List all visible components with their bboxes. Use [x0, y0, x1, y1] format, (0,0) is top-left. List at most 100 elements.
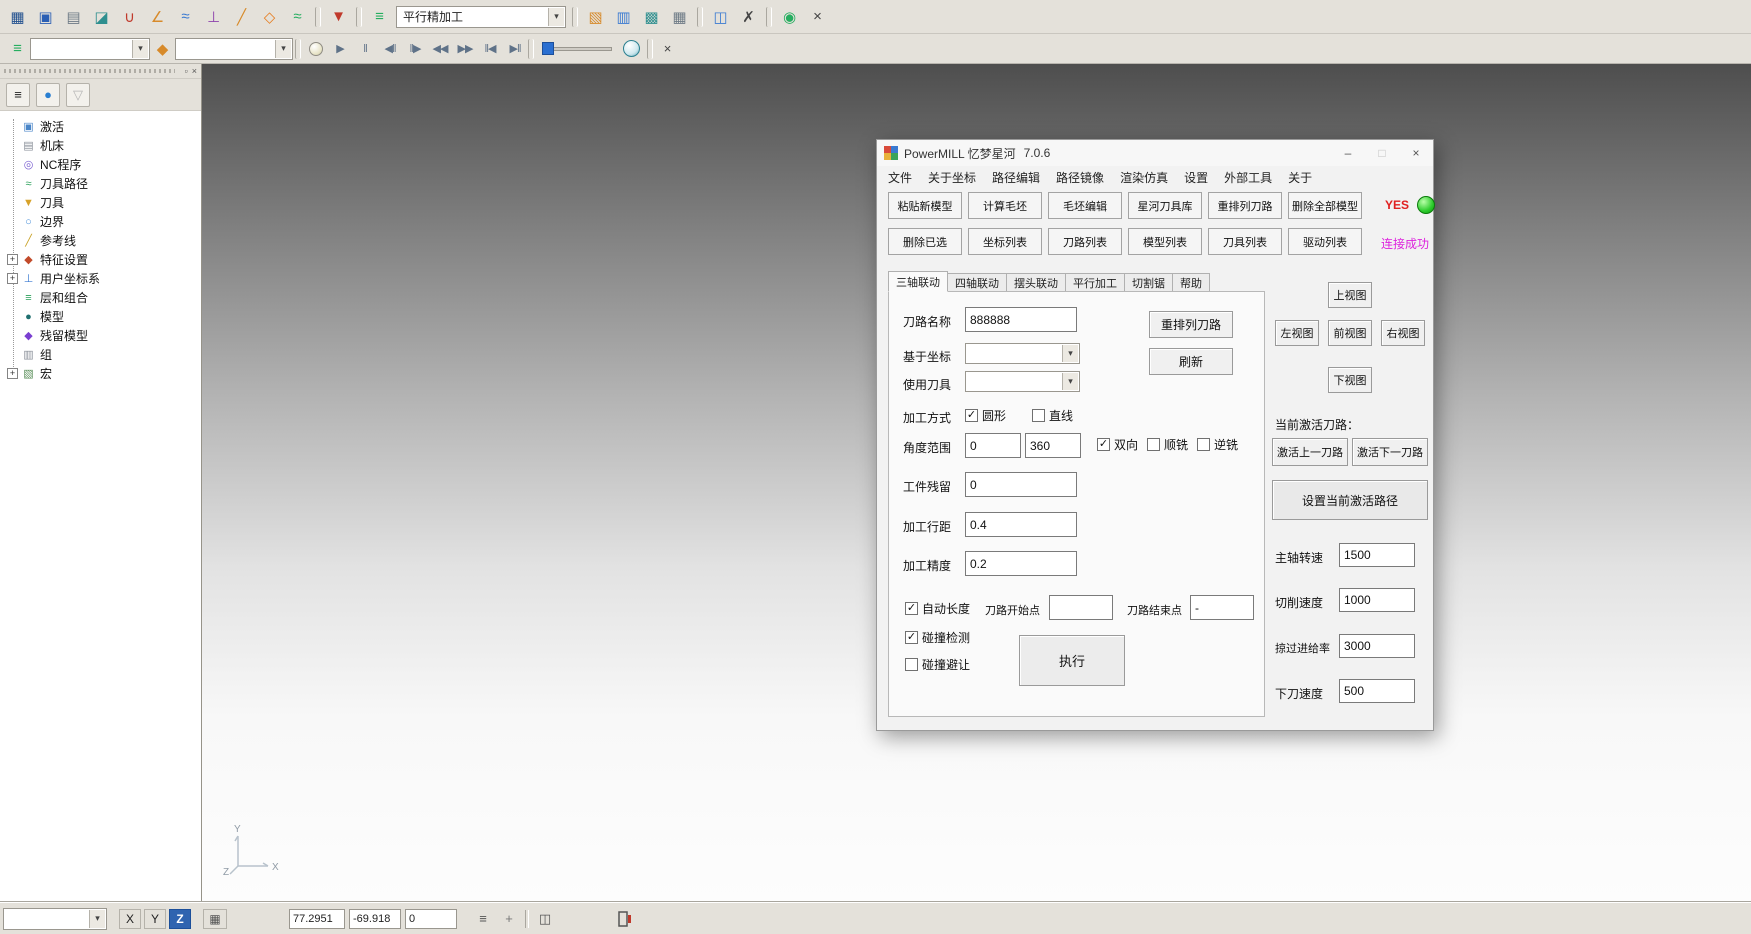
tree-item-stock-models[interactable]: ◆ 残留模型	[0, 326, 201, 345]
auto-length-checkbox[interactable]: ✓ 自动长度	[905, 600, 970, 617]
skim-feedrate-input[interactable]	[1339, 634, 1415, 658]
stock-edit-button[interactable]: 毛坯编辑	[1048, 192, 1122, 219]
top-view-button[interactable]: 上视图	[1328, 282, 1372, 308]
block-icon[interactable]: ◪	[89, 4, 114, 29]
sim-list-icon[interactable]: ≡	[5, 36, 30, 61]
step-back-button[interactable]: ◀‖	[379, 38, 401, 60]
plunge-speed-input[interactable]	[1339, 679, 1415, 703]
measure-icon[interactable]: ∠	[145, 4, 170, 29]
circle-checkbox[interactable]: ✓ 圆形	[965, 407, 1006, 424]
tree-item-patterns[interactable]: ╱ 参考线	[0, 231, 201, 250]
tool-select[interactable]: ▾	[965, 371, 1080, 392]
menu-path-mirror[interactable]: 路径镜像	[1048, 169, 1112, 186]
hierarchy-view-icon[interactable]: ≡	[6, 83, 30, 107]
paste-new-model-button[interactable]: 粘贴新模型	[888, 192, 962, 219]
coordinate-z-field[interactable]: 0	[405, 909, 457, 929]
angle-to-input[interactable]	[1025, 433, 1081, 458]
menu-path-edit[interactable]: 路径编辑	[984, 169, 1048, 186]
menu-external-tools[interactable]: 外部工具	[1216, 169, 1280, 186]
post-process-icon[interactable]: ▼	[326, 4, 351, 29]
tool-library-button[interactable]: 星河刀具库	[1128, 192, 1202, 219]
new-model-icon[interactable]: ▦	[5, 4, 30, 29]
sim-toolbar-close-button[interactable]: ×	[655, 36, 680, 61]
globe-icon[interactable]: ●	[36, 83, 60, 107]
minimize-button[interactable]: –	[1331, 140, 1365, 166]
delete-all-models-button[interactable]: 删除全部模型	[1288, 192, 1362, 219]
set-active-path-button[interactable]: 设置当前激活路径	[1272, 480, 1428, 520]
maximize-button[interactable]: □	[1365, 140, 1399, 166]
angle-from-input[interactable]	[965, 433, 1021, 458]
tab-3axis[interactable]: 三轴联动	[888, 271, 948, 292]
axis-y-button[interactable]: Y	[144, 909, 166, 929]
tree-item-groups[interactable]: ▥ 组	[0, 345, 201, 364]
refresh-button[interactable]: 刷新	[1149, 348, 1233, 375]
fast-forward-button[interactable]: ▶▶	[454, 38, 476, 60]
explorer-grip[interactable]: ▫ ×	[0, 64, 201, 79]
tree-item-workplanes[interactable]: + ⊥ 用户坐标系	[0, 269, 201, 288]
go-end-button[interactable]: ▶‖	[504, 38, 526, 60]
tree-item-boundaries[interactable]: ○ 边界	[0, 212, 201, 231]
front-view-button[interactable]: 前视图	[1328, 320, 1372, 346]
drive-list-button[interactable]: 驱动列表	[1288, 228, 1362, 255]
go-start-button[interactable]: ‖◀	[479, 38, 501, 60]
line-checkbox[interactable]: 直线	[1032, 407, 1073, 424]
collision-avoid-checkbox[interactable]: 碰撞避让	[905, 656, 970, 673]
workplane-icon[interactable]: ⊥	[201, 4, 226, 29]
end-point-input[interactable]	[1190, 595, 1254, 620]
reorder-toolpath-button[interactable]: 重排列刀路	[1149, 311, 1233, 338]
play-button[interactable]: ▶	[329, 38, 351, 60]
expand-icon[interactable]: +	[7, 273, 18, 284]
snap-settings-icon[interactable]: ≡	[473, 909, 493, 929]
grid-toggle-button[interactable]: ▦	[203, 909, 227, 929]
stock-model-icon[interactable]: ▩	[639, 4, 664, 29]
tab-tilt-head[interactable]: 摆头联动	[1007, 273, 1066, 292]
tab-saw[interactable]: 切割锯	[1125, 273, 1173, 292]
tree-item-nc-programs[interactable]: ◎ NC程序	[0, 155, 201, 174]
tree-item-toolpaths[interactable]: ≈ 刀具路径	[0, 174, 201, 193]
reorder-toolpaths-button[interactable]: 重排列刀路	[1208, 192, 1282, 219]
shield-icon[interactable]: ▽	[66, 83, 90, 107]
tree-item-levels[interactable]: ≡ 层和组合	[0, 288, 201, 307]
statistics-icon[interactable]: ▥	[611, 4, 636, 29]
toolpath-list-button[interactable]: 刀路列表	[1048, 228, 1122, 255]
clock-icon[interactable]	[623, 40, 640, 57]
climb-checkbox[interactable]: 顺铣	[1147, 436, 1188, 453]
float-panel-icon[interactable]: ▫	[185, 66, 188, 76]
conventional-checkbox[interactable]: 逆铣	[1197, 436, 1238, 453]
expand-icon[interactable]: +	[7, 368, 18, 379]
menu-settings[interactable]: 设置	[1176, 169, 1216, 186]
expand-icon[interactable]: +	[7, 254, 18, 265]
delete-selected-button[interactable]: 删除已选	[888, 228, 962, 255]
toolbar-close-button[interactable]: ×	[805, 4, 830, 29]
left-view-button[interactable]: 左视图	[1275, 320, 1319, 346]
coordinate-list-button[interactable]: 坐标列表	[968, 228, 1042, 255]
tolerance-input[interactable]	[965, 551, 1077, 576]
coordinate-x-field[interactable]: 77.2951	[289, 909, 345, 929]
spindle-speed-input[interactable]	[1339, 543, 1415, 567]
simulation-speed-slider[interactable]	[542, 42, 612, 55]
dual-view-icon[interactable]: ◫	[535, 909, 555, 929]
toolpath-name-input[interactable]	[965, 307, 1077, 332]
start-point-input[interactable]	[1049, 595, 1113, 620]
print-icon[interactable]: ▤	[61, 4, 86, 29]
axis-z-button[interactable]: Z	[169, 909, 191, 929]
bidirectional-checkbox[interactable]: ✓ 双向	[1097, 436, 1138, 453]
tab-help[interactable]: 帮助	[1173, 273, 1210, 292]
slider-handle[interactable]	[542, 42, 554, 55]
coordinate-select[interactable]: ▾	[965, 343, 1080, 364]
rewind-button[interactable]: ◀◀	[429, 38, 451, 60]
statusbar-combo[interactable]: ▾	[3, 908, 107, 930]
tree-item-feature-sets[interactable]: + ◆ 特征设置	[0, 250, 201, 269]
execute-button[interactable]: 执行	[1019, 635, 1125, 686]
curve-editor-icon[interactable]: ≈	[173, 4, 198, 29]
pause-button[interactable]: ‖	[354, 38, 376, 60]
sim-tool-combo[interactable]: ▾	[175, 38, 293, 60]
collision-check-checkbox[interactable]: ✓ 碰撞检测	[905, 629, 970, 646]
sim-entity-combo[interactable]: ▾	[30, 38, 150, 60]
sim-tool-icon[interactable]: ◆	[150, 36, 175, 61]
menu-file[interactable]: 文件	[880, 169, 920, 186]
strategy-list-icon[interactable]: ≡	[367, 4, 392, 29]
cutting-speed-input[interactable]	[1339, 588, 1415, 612]
axis-x-button[interactable]: X	[119, 909, 141, 929]
menu-about[interactable]: 关于	[1280, 169, 1320, 186]
